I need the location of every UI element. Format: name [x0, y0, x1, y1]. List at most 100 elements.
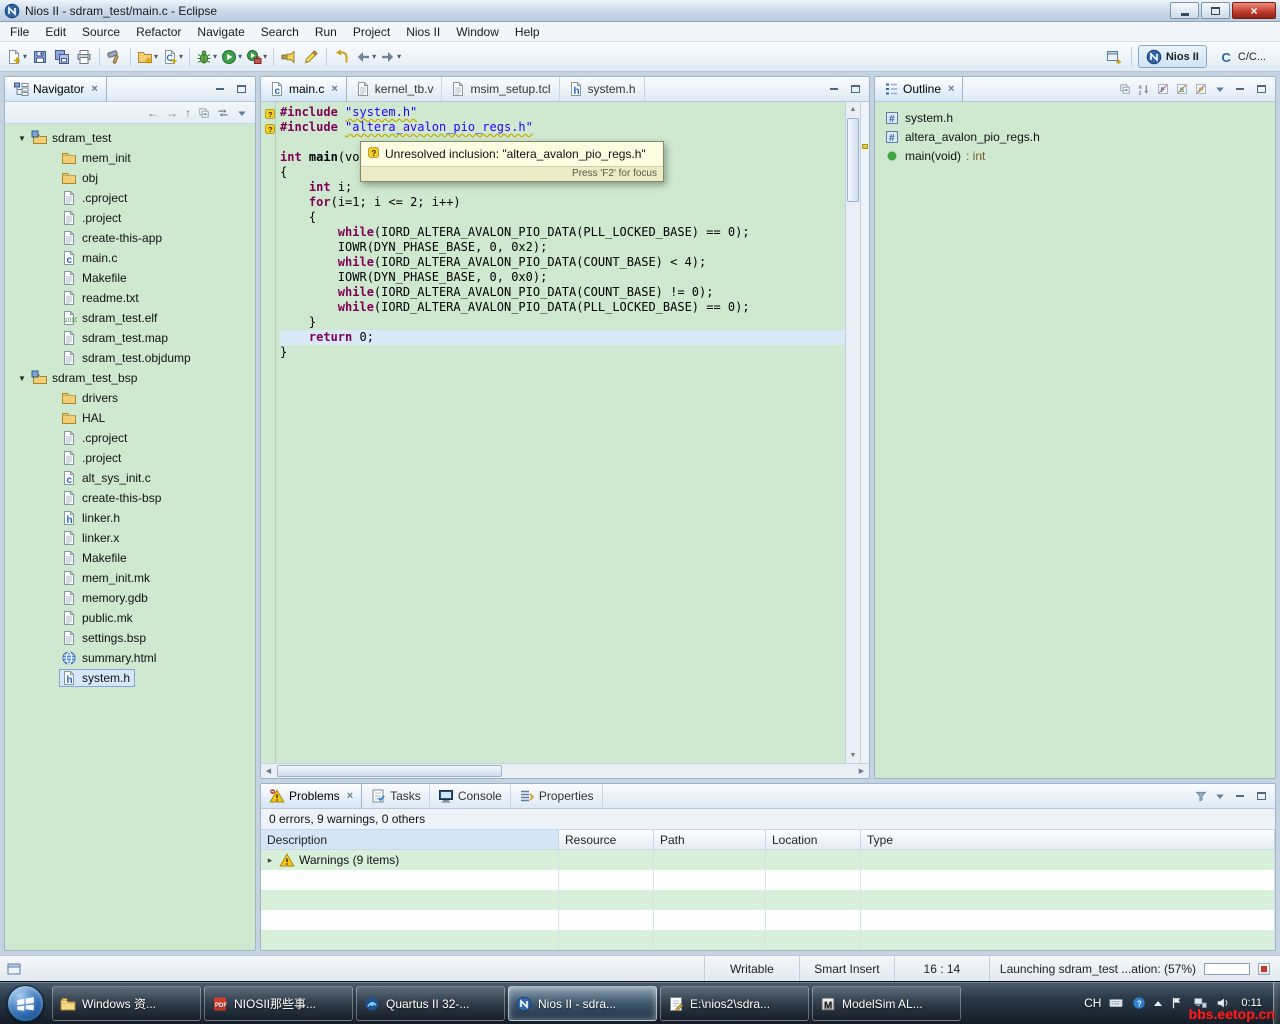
editor-tab-main-c[interactable]: cmain.c×: [261, 77, 347, 101]
c-search-button[interactable]: [278, 45, 300, 69]
editor-tab-msim-setup-tcl[interactable]: msim_setup.tcl: [442, 77, 559, 101]
taskbar-button-e-nios2-sdra[interactable]: E:\nios2\sdra...: [660, 986, 809, 1021]
close-view-icon[interactable]: ×: [948, 83, 954, 95]
column-header-resource[interactable]: Resource: [559, 830, 654, 849]
forward-view-icon[interactable]: →: [166, 107, 178, 119]
filter-public-icon[interactable]: P: [1195, 83, 1207, 95]
tree-item-memory-gdb[interactable]: memory.gdb: [5, 588, 255, 608]
save-button[interactable]: [29, 45, 51, 69]
mark-occurrences-button[interactable]: [300, 45, 322, 69]
taskbar-button-nios-ii-sdra[interactable]: Nios II - sdra...: [508, 986, 657, 1021]
minimize-view-icon[interactable]: [1233, 790, 1247, 802]
tree-item-linker-x[interactable]: linker.x: [5, 528, 255, 548]
menu-refactor[interactable]: Refactor: [128, 23, 189, 41]
tree-item-makefile[interactable]: Makefile: [5, 548, 255, 568]
back-button[interactable]: ▾: [353, 45, 378, 69]
filter-static-icon[interactable]: S: [1176, 83, 1188, 95]
tree-item-project[interactable]: .project: [5, 448, 255, 468]
marker-ruler[interactable]: ??: [261, 102, 276, 763]
save-all-button[interactable]: [51, 45, 73, 69]
outline-tab[interactable]: Outline ×: [875, 77, 963, 101]
print-button[interactable]: [73, 45, 95, 69]
collapse-all-icon[interactable]: [1119, 83, 1131, 95]
dropdown-arrow-icon[interactable]: ▾: [397, 52, 401, 61]
outline-item-system-h[interactable]: #system.h: [875, 108, 1275, 127]
minimize-button[interactable]: [1170, 2, 1199, 19]
tree-item-readme-txt[interactable]: readme.txt: [5, 288, 255, 308]
tree-item-sdram-test-bsp[interactable]: ▼sdram_test_bsp: [5, 368, 255, 388]
editor-tab-system-h[interactable]: hsystem.h: [560, 77, 645, 101]
debug-button[interactable]: ▾: [194, 45, 219, 69]
menu-window[interactable]: Window: [448, 23, 507, 41]
sort-icon[interactable]: az: [1138, 83, 1150, 95]
maximize-view-icon[interactable]: [1254, 83, 1268, 95]
menu-navigate[interactable]: Navigate: [189, 23, 252, 41]
external-tools-button[interactable]: ▾: [244, 45, 269, 69]
tree-item-cproject[interactable]: .cproject: [5, 428, 255, 448]
tree-item-create-this-bsp[interactable]: create-this-bsp: [5, 488, 255, 508]
navigator-tree[interactable]: ▼sdram_testmem_initobj.cproject.projectc…: [5, 124, 255, 950]
dropdown-arrow-icon[interactable]: ▾: [179, 52, 183, 61]
tree-item-project[interactable]: .project: [5, 208, 255, 228]
last-edit-location-button[interactable]: [331, 45, 353, 69]
back-view-icon[interactable]: ←: [147, 107, 159, 119]
restore-button[interactable]: [1201, 2, 1230, 19]
keyboard-icon[interactable]: [1108, 995, 1124, 1011]
perspective-c-c[interactable]: CC/C...: [1210, 45, 1274, 68]
new-c-file-button[interactable]: C▾: [160, 45, 185, 69]
tree-item-makefile[interactable]: Makefile: [5, 268, 255, 288]
close-button[interactable]: ×: [1232, 2, 1276, 19]
minimize-view-icon[interactable]: [827, 83, 841, 95]
outline-item-main-void[interactable]: main(void) : int: [875, 146, 1275, 165]
view-menu-icon[interactable]: [1214, 790, 1226, 802]
tree-item-obj[interactable]: obj: [5, 168, 255, 188]
menu-nios-ii[interactable]: Nios II: [398, 23, 448, 41]
view-menu-icon[interactable]: [236, 107, 248, 119]
table-row[interactable]: [261, 930, 1275, 950]
navigator-tab[interactable]: Navigator ×: [5, 77, 107, 101]
tree-item-hal[interactable]: HAL: [5, 408, 255, 428]
collapse-all-icon[interactable]: [198, 107, 210, 119]
dropdown-arrow-icon[interactable]: ▾: [238, 52, 242, 61]
expander-icon[interactable]: ▸: [265, 855, 275, 866]
editor-horizontal-scrollbar[interactable]: ◀ ▶: [261, 763, 869, 778]
tree-item-drivers[interactable]: drivers: [5, 388, 255, 408]
tree-item-linker-h[interactable]: hlinker.h: [5, 508, 255, 528]
tree-item-sdram-test-map[interactable]: sdram_test.map: [5, 328, 255, 348]
menu-run[interactable]: Run: [307, 23, 345, 41]
filter-fields-icon[interactable]: F: [1157, 83, 1169, 95]
maximize-view-icon[interactable]: [1254, 790, 1268, 802]
language-indicator[interactable]: CH: [1084, 996, 1101, 1010]
outline-item-altera-avalon-pio-regs-h[interactable]: #altera_avalon_pio_regs.h: [875, 127, 1275, 146]
tree-item-alt-sys-init-c[interactable]: calt_sys_init.c: [5, 468, 255, 488]
titlebar[interactable]: Nios II - sdram_test/main.c - Eclipse ×: [0, 0, 1280, 22]
tree-item-settings-bsp[interactable]: settings.bsp: [5, 628, 255, 648]
run-button[interactable]: ▾: [219, 45, 244, 69]
start-button[interactable]: [7, 985, 44, 1022]
action-center-flag-icon[interactable]: [1169, 995, 1185, 1011]
view-tab-properties[interactable]: Properties: [511, 784, 603, 808]
show-hidden-icons[interactable]: [1154, 1001, 1162, 1006]
taskbar-button-windows[interactable]: Windows 资...: [52, 986, 201, 1021]
stop-progress-button[interactable]: [1258, 963, 1270, 975]
menu-project[interactable]: Project: [345, 23, 398, 41]
menu-file[interactable]: File: [2, 23, 37, 41]
expander-icon[interactable]: ▼: [15, 134, 29, 143]
perspective-nios-ii[interactable]: Nios II: [1138, 45, 1207, 68]
forward-button[interactable]: ▾: [378, 45, 403, 69]
outline-list[interactable]: #system.h#altera_avalon_pio_regs.hmain(v…: [875, 102, 1275, 778]
new-folder-button[interactable]: ▾: [135, 45, 160, 69]
new-button[interactable]: ▾: [4, 45, 29, 69]
table-row[interactable]: [261, 950, 1275, 951]
open-perspective-button[interactable]: [1103, 45, 1125, 69]
maximize-view-icon[interactable]: [234, 83, 248, 95]
menu-help[interactable]: Help: [507, 23, 548, 41]
dropdown-arrow-icon[interactable]: ▾: [23, 52, 27, 61]
tree-item-mem-init[interactable]: mem_init: [5, 148, 255, 168]
tree-item-sdram-test[interactable]: ▼sdram_test: [5, 128, 255, 148]
taskbar-button-modelsim-al[interactable]: MModelSim AL...: [812, 986, 961, 1021]
tree-item-cproject[interactable]: .cproject: [5, 188, 255, 208]
help-icon[interactable]: ?: [1131, 995, 1147, 1011]
view-menu-icon[interactable]: [1214, 83, 1226, 95]
column-header-path[interactable]: Path: [654, 830, 766, 849]
